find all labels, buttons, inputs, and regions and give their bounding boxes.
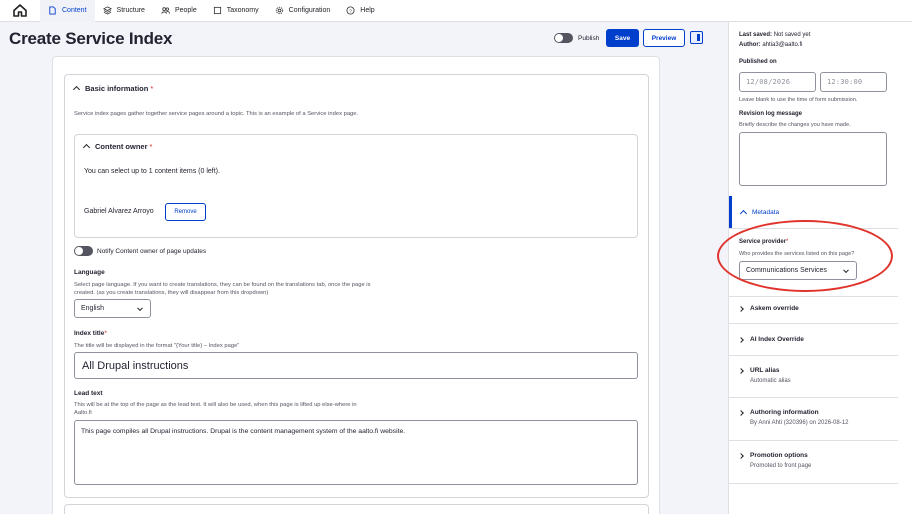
toolbar-label: Help [360,7,375,14]
toolbar-item-content[interactable]: Content [40,0,95,22]
publish-toggle[interactable] [554,33,573,43]
admin-toolbar: Content Structure People Taxonomy Config… [0,0,912,22]
divider [729,355,898,356]
chevron-up-icon [82,143,91,152]
promotion-options-section[interactable]: Promotion options Promoted to front page [738,452,812,469]
content-owner-section [74,134,638,238]
toolbar-item-people[interactable]: People [153,0,205,22]
index-title-description: The title will be displayed in the forma… [74,343,240,349]
section-subtitle: Automatic alias [750,378,791,384]
lead-text-textarea[interactable]: This page compiles all Drupal instructio… [74,420,638,485]
index-title-input[interactable]: All Drupal instructions [74,352,638,379]
section-title: AI Index Override [750,336,804,343]
revision-label: Revision log message [739,111,803,117]
content-owner-summary[interactable]: Content owner * [82,142,153,152]
published-date-input[interactable]: 12/08/2026 [739,72,816,92]
gear-icon [275,6,283,15]
lead-text-label: Lead text [74,390,103,397]
chevron-down-icon [738,368,744,374]
author-value: ahtia3@aalto.fi [762,42,803,48]
basic-information-title: Basic information [85,84,149,93]
basic-information-description: Service index pages gather together serv… [74,111,359,117]
chevron-down-icon [738,453,744,459]
last-saved-label: Last saved: [739,32,773,38]
notify-owner-label: Notify Content owner of page updates [97,247,207,255]
document-icon [49,6,56,15]
checkbox-icon [213,6,221,15]
svg-text:?: ? [349,8,352,14]
home-icon[interactable] [0,0,40,22]
notify-owner-row: Notify Content owner of page updates [74,246,206,256]
content-owner-name: Gabriel Alvarez Arroyo [84,208,154,215]
people-icon [161,7,170,14]
revision-log-textarea[interactable] [739,132,887,186]
toolbar-label: Taxonomy [226,7,259,14]
url-alias-section[interactable]: URL alias Automatic alias [738,367,791,384]
required-marker: * [150,84,154,93]
divider [729,296,898,297]
notify-owner-toggle[interactable] [74,246,93,256]
layers-icon [102,6,112,15]
index-title-label: Index title* [74,330,107,337]
divider [729,440,898,441]
toolbar-label: Configuration [288,7,331,14]
basic-information-summary[interactable]: Basic information * [72,84,154,94]
chevron-up-icon [72,85,81,94]
toolbar-item-help[interactable]: ? Help [338,0,382,22]
published-on-label: Published on [739,59,777,65]
page-title: Create Service Index [9,29,173,48]
askem-override-section[interactable]: Askem override [738,305,799,312]
published-time-input[interactable]: 12:30:00 [820,72,887,92]
language-description: Select page language. If you want to cre… [74,282,371,296]
index-title-label-text: Index title [74,330,105,337]
toolbar-item-configuration[interactable]: Configuration [267,0,339,22]
ai-index-override-section[interactable]: AI Index Override [738,336,804,343]
next-section [64,504,649,514]
language-value: English [81,305,104,312]
author-info: Author: ahtia3@aalto.fi [739,42,802,48]
save-button[interactable]: Save [606,29,639,47]
divider [729,483,898,484]
remove-button[interactable]: Remove [165,203,206,221]
toolbar-item-structure[interactable]: Structure [95,0,153,22]
sidebar-toggle-icon[interactable] [690,31,703,44]
chevron-up-icon [739,209,748,217]
publish-label: Publish [578,34,600,42]
required-marker: * [149,142,153,151]
chevron-down-icon [738,410,744,416]
highlight-annotation [717,220,893,292]
preview-button[interactable]: Preview [643,29,685,47]
last-saved-value: Not saved yet [773,32,811,38]
published-hint: Leave blank to use the time of form subm… [739,97,858,103]
divider [729,323,898,324]
section-subtitle: By Anni Ahti (320396) on 2026-08-12 [750,420,849,426]
chevron-down-icon [137,304,143,311]
section-title: URL alias [750,367,780,374]
authoring-information-section[interactable]: Authoring information By Anni Ahti (3203… [738,409,849,426]
divider [729,397,898,398]
section-title: Promotion options [750,452,808,459]
toolbar-label: Structure [116,7,145,14]
language-select[interactable]: English [74,299,151,318]
section-subtitle: Promoted to front page [750,463,812,469]
help-icon: ? [346,6,355,15]
publish-toggle-group: Publish [554,29,599,47]
section-title: Authoring information [750,409,819,416]
toolbar-item-taxonomy[interactable]: Taxonomy [205,0,267,22]
toolbar-label: Content [62,7,87,14]
revision-hint: Briefly describe the changes you have ma… [739,122,851,128]
author-label: Author: [739,42,761,48]
metadata-label: Metadata [752,208,780,216]
toolbar-label: People [174,7,197,14]
section-title: Askem override [750,305,799,312]
last-saved: Last saved: Not saved yet [739,32,810,38]
chevron-down-icon [738,306,744,312]
chevron-down-icon [738,337,744,343]
language-label: Language [74,269,105,276]
required-marker: * [104,330,107,337]
content-owner-limit: You can select up to 1 content items (0 … [84,168,220,175]
content-owner-title: Content owner [95,142,148,151]
lead-text-description: This will be at the top of the page as t… [74,402,357,416]
